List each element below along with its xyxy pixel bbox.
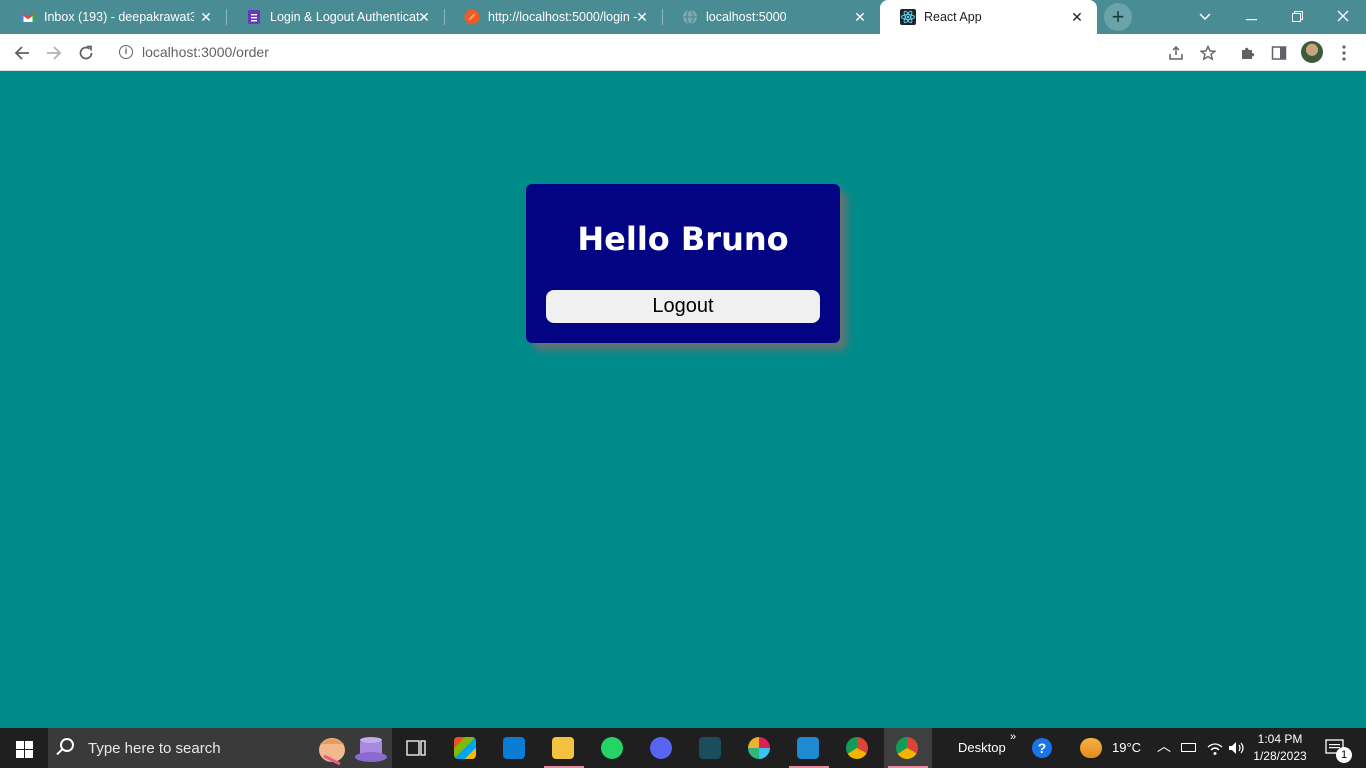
windows-start-button[interactable] [0, 728, 48, 768]
tab-postman[interactable]: http://localhost:5000/login - ✕ [444, 0, 662, 34]
help-icon[interactable]: ? [1032, 738, 1052, 758]
close-window-button[interactable] [1320, 0, 1366, 34]
close-icon[interactable]: ✕ [852, 9, 868, 25]
menu-kebab-icon[interactable] [1330, 39, 1358, 67]
restore-button[interactable] [1274, 0, 1320, 34]
browser-toolbar: i localhost:3000/order [0, 34, 1366, 71]
search-icon [60, 738, 74, 752]
close-icon[interactable]: ✕ [634, 9, 650, 25]
back-button[interactable] [8, 39, 36, 67]
tab-react-app[interactable]: React App ✕ [880, 0, 1097, 34]
gmail-icon [20, 9, 36, 25]
address-url: localhost:3000/order [142, 44, 269, 60]
notification-badge: 1 [1336, 747, 1352, 763]
chrome-profile-icon[interactable] [884, 728, 932, 768]
task-view-button[interactable] [392, 728, 440, 768]
mail-icon[interactable] [491, 728, 539, 768]
search-highlight-illustration-icon [319, 737, 387, 766]
greeting-heading: Hello Bruno [577, 220, 789, 258]
taskbar-search-box[interactable]: Type here to search [48, 728, 392, 768]
forms-icon [246, 9, 262, 25]
address-bar[interactable]: i localhost:3000/order [110, 38, 1200, 67]
clock[interactable]: 1:04 PM 1/28/2023 [1248, 731, 1312, 765]
volume-icon[interactable] [1228, 741, 1246, 755]
chrome-icon[interactable] [834, 728, 882, 768]
close-icon[interactable]: ✕ [198, 9, 214, 25]
weather-sun-icon[interactable] [1080, 738, 1102, 758]
tab-title: localhost:5000 [706, 10, 787, 24]
temperature-label[interactable]: 19°C [1112, 740, 1141, 755]
side-panel-icon[interactable] [1265, 39, 1293, 67]
share-icon[interactable] [1162, 39, 1190, 67]
search-placeholder: Type here to search [88, 740, 221, 757]
info-icon[interactable]: i [119, 45, 133, 59]
minimize-button[interactable] [1228, 0, 1274, 34]
page-viewport: Hello Bruno Logout [0, 71, 1366, 728]
greeting-card: Hello Bruno Logout [526, 184, 840, 343]
tab-title: Inbox (193) - deepakrawat37 [44, 10, 194, 24]
clock-date: 1/28/2023 [1253, 749, 1307, 763]
globe-icon [682, 9, 698, 25]
bookmark-star-icon[interactable] [1194, 39, 1222, 67]
wifi-icon[interactable] [1207, 742, 1223, 756]
forward-button[interactable] [40, 39, 68, 67]
extensions-puzzle-icon[interactable] [1234, 39, 1262, 67]
whatsapp-icon[interactable] [589, 728, 637, 768]
tab-gmail[interactable]: Inbox (193) - deepakrawat37 ✕ [0, 0, 226, 34]
logout-button[interactable]: Logout [546, 290, 820, 323]
battery-icon[interactable] [1181, 743, 1196, 752]
file-explorer-icon[interactable] [540, 728, 588, 768]
close-icon[interactable]: ✕ [416, 9, 432, 25]
vscode-icon[interactable] [785, 728, 833, 768]
postman-icon [464, 9, 480, 25]
windows-logo-icon [16, 741, 24, 749]
profile-avatar[interactable] [1301, 41, 1323, 63]
taskbar: Type here to search Desktop » ? 19°C ︿ 1… [0, 728, 1366, 768]
react-icon [900, 9, 916, 25]
tab-localhost-5000[interactable]: localhost:5000 ✕ [662, 0, 880, 34]
tab-title: Login & Logout Authenticatio [270, 10, 420, 24]
slack-icon[interactable] [736, 728, 784, 768]
close-icon[interactable]: ✕ [1069, 9, 1085, 25]
tab-search-chevron-icon[interactable] [1182, 0, 1228, 34]
new-tab-button[interactable]: + [1104, 3, 1132, 31]
discord-icon[interactable] [638, 728, 686, 768]
tab-title: React App [924, 10, 982, 24]
tab-forms[interactable]: Login & Logout Authenticatio ✕ [226, 0, 444, 34]
tab-strip: Inbox (193) - deepakrawat37 ✕ Login & Lo… [0, 0, 1366, 34]
desktop-toolbar-label[interactable]: Desktop [958, 740, 1006, 755]
clock-time: 1:04 PM [1257, 732, 1303, 746]
terminal-app-icon[interactable] [687, 728, 735, 768]
notification-center-button[interactable]: 1 [1322, 728, 1366, 768]
tab-title: http://localhost:5000/login - [488, 10, 638, 24]
microsoft-store-icon[interactable] [442, 728, 490, 768]
chevron-double-right-icon[interactable]: » [1010, 731, 1016, 743]
reload-button[interactable] [72, 39, 100, 67]
chevron-up-icon[interactable]: ︿ [1157, 736, 1171, 756]
